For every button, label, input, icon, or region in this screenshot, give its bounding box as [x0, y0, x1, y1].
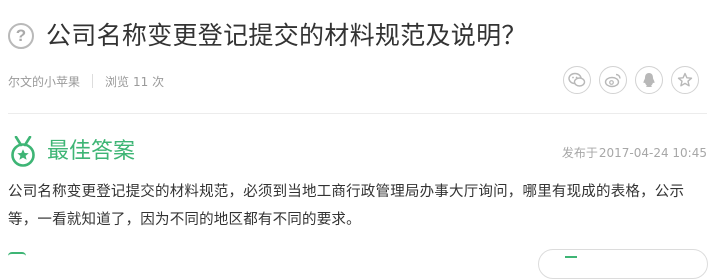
views-count: 11 次 [133, 74, 165, 89]
qq-icon [643, 73, 655, 87]
views-label: 浏览 [105, 74, 130, 89]
question-title: 公司名称变更登记提交的材料规范及说明？ [46, 21, 527, 50]
favorite-button[interactable] [671, 66, 699, 94]
share-bar [563, 66, 699, 94]
medal-icon [11, 136, 35, 167]
meta-divider [92, 74, 94, 88]
wechat-icon [568, 72, 586, 87]
action-icon [565, 256, 577, 262]
share-weibo-button[interactable] [599, 66, 627, 94]
question-circle-icon: ? [8, 23, 34, 49]
best-answer-title: 最佳答案 [47, 139, 136, 164]
weibo-icon [604, 73, 621, 88]
section-divider [8, 113, 707, 114]
time-label: 发布于 [561, 146, 598, 160]
answer-action-button[interactable] [538, 249, 708, 279]
answer-time: 发布于2017-04-24 10:45 [562, 144, 707, 161]
share-qq-button[interactable] [635, 66, 663, 94]
favorite-icon [677, 72, 693, 87]
answer-footer-icon [8, 252, 26, 264]
question-meta: 尔文的小苹果 浏览 11 次 [8, 70, 164, 92]
answer-text: 公司名称变更登记提交的材料规范，必须到当地工商行政管理局办事大厅询问，哪里有现成… [8, 184, 685, 228]
share-wechat-button[interactable] [563, 66, 591, 94]
time-value: 2017-04-24 10:45 [598, 146, 707, 160]
author-link[interactable]: 尔文的小苹果 [8, 73, 80, 90]
